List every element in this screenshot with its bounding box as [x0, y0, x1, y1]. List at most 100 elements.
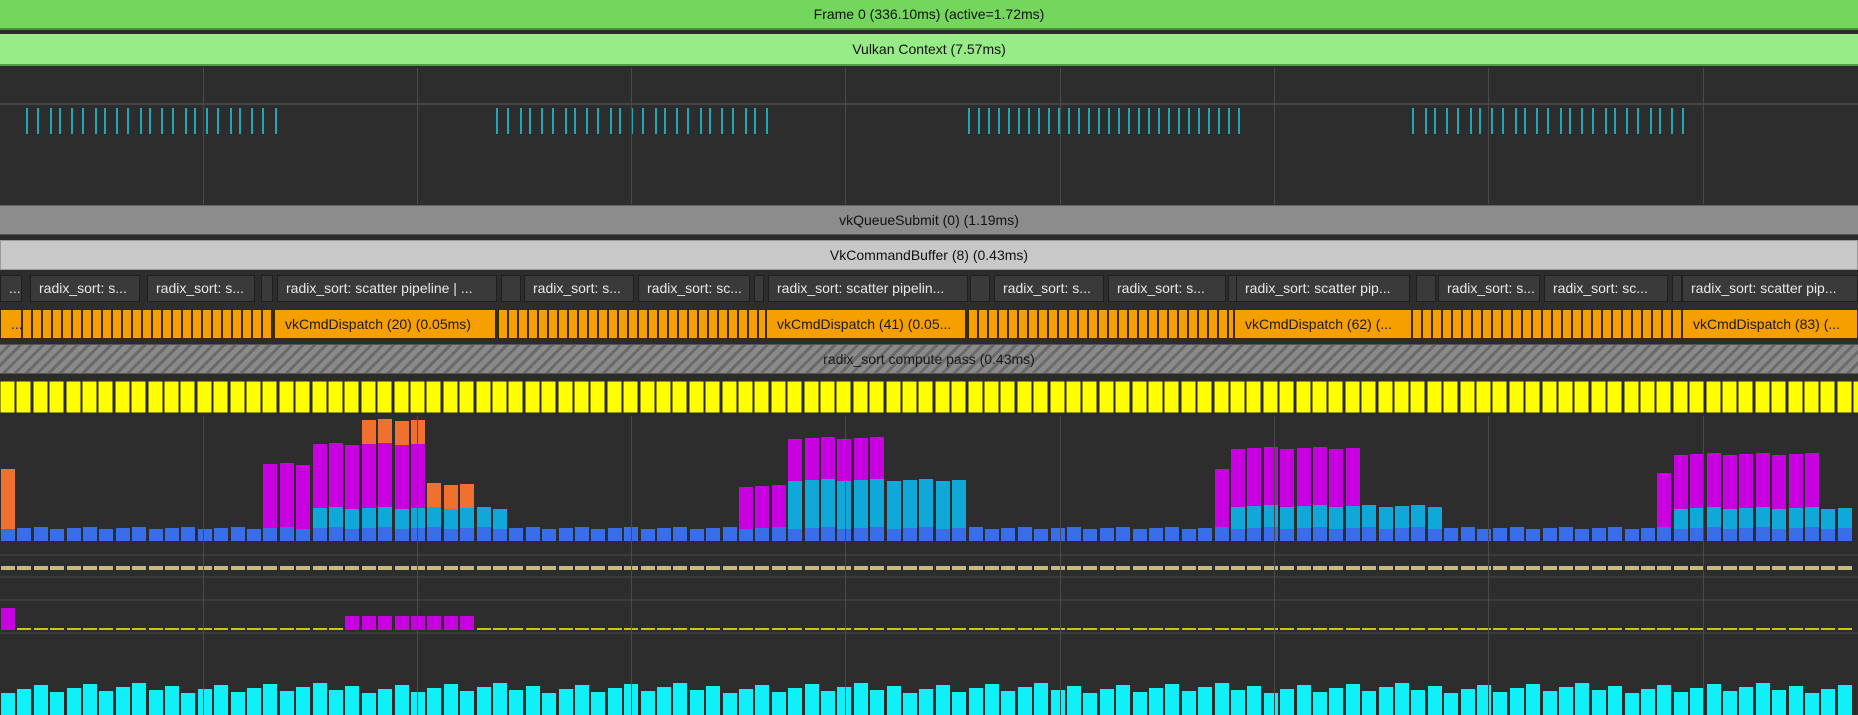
small-bar: [526, 628, 540, 630]
tan-bar: [296, 566, 310, 570]
dispatch-group[interactable]: [498, 309, 766, 339]
dispatch-zone[interactable]: vkCmdDispatch (83) (...: [1682, 309, 1858, 339]
tan-bar: [67, 566, 81, 570]
compute-pass-zone[interactable]: radix_sort compute pass (0.43ms): [0, 344, 1858, 374]
zone-radix-sort[interactable]: [261, 275, 273, 302]
dispatch-group[interactable]: [1412, 309, 1682, 339]
zone-radix-sort[interactable]: radix_sort: s...: [1108, 275, 1226, 302]
zone-radix-sort[interactable]: [1672, 275, 1682, 302]
aqua-bar: [1116, 685, 1130, 715]
zone-radix-sort[interactable]: radix_sort: sc...: [638, 275, 750, 302]
zone-radix-sort[interactable]: radix_sort: s...: [30, 275, 140, 302]
zone-radix-sort[interactable]: radix_sort: sc...: [1544, 275, 1668, 302]
zone-radix-sort[interactable]: [501, 275, 521, 302]
submission-tick: [676, 108, 678, 134]
zone-radix-sort[interactable]: radix_sort: scatter pipeline | ...: [277, 275, 497, 302]
tan-bar: [1018, 566, 1032, 570]
submission-tick: [1592, 108, 1594, 134]
gpu-activity-bar: [1426, 380, 1443, 414]
gpu-activity-bar: [868, 380, 885, 414]
tan-bar: [231, 566, 245, 570]
gpu-activity-bar: [688, 380, 705, 414]
stack-cyan: [395, 509, 409, 529]
submission-tick: [978, 108, 980, 134]
gpu-activity-bar: [1459, 380, 1476, 414]
stack-cyan: [411, 508, 425, 528]
gpu-activity-bar: [1655, 380, 1672, 414]
submission-tick: [732, 108, 734, 134]
zone-radix-sort[interactable]: radix_sort: scatter pipelin...: [768, 275, 968, 302]
stack-orange: [362, 420, 376, 444]
vulkan-context-zone[interactable]: Vulkan Context (7.57ms): [0, 34, 1858, 66]
small-bar: [1083, 628, 1097, 630]
gpu-activity-bar: [1377, 380, 1394, 414]
dispatch-zone[interactable]: ...: [0, 309, 22, 339]
gpu-activity-bar: [1032, 380, 1049, 414]
stack-magenta: [1789, 454, 1803, 508]
gpu-activity-bar: [1623, 380, 1640, 414]
submission-tick: [968, 108, 970, 134]
zone-radix-sort[interactable]: radix_sort: scatter pip...: [1682, 275, 1858, 302]
gpu-activity-bar: [1737, 380, 1754, 414]
gpu-activity-bar: [491, 380, 508, 414]
zone-radix-sort[interactable]: [970, 275, 990, 302]
stack-blue: [1362, 527, 1376, 541]
stack-blue: [477, 527, 491, 541]
small-bar: [1707, 628, 1721, 630]
zone-radix-sort[interactable]: [754, 275, 764, 302]
tan-bar: [706, 566, 720, 570]
dispatch-group[interactable]: [22, 309, 274, 339]
gpu-activity-bar: [1852, 380, 1858, 414]
small-bar: [1805, 628, 1819, 630]
aqua-bar: [395, 685, 409, 715]
stack-blue: [427, 527, 441, 541]
stack-magenta: [1215, 469, 1229, 527]
small-bar: [149, 628, 163, 630]
dispatch-zone[interactable]: vkCmdDispatch (41) (0.05...: [766, 309, 966, 339]
submission-tick: [1457, 108, 1459, 134]
stack-magenta: [1264, 447, 1278, 505]
frame-zone[interactable]: Frame 0 (336.10ms) (active=1.72ms): [0, 0, 1858, 30]
submission-tick: [507, 108, 509, 134]
submission-tick: [541, 108, 543, 134]
small-bar: [214, 628, 228, 630]
gpu-activity-bar: [1114, 380, 1131, 414]
tan-bar: [755, 566, 769, 570]
aqua-bar: [821, 691, 835, 715]
submission-tick: [1637, 108, 1639, 134]
gpu-activity-bar: [606, 380, 623, 414]
aqua-bar: [657, 687, 671, 715]
dispatch-group[interactable]: [968, 309, 1234, 339]
small-bar: [296, 628, 310, 630]
command-buffer-zone[interactable]: VkCommandBuffer (8) (0.43ms): [0, 240, 1858, 270]
tan-bar: [1444, 566, 1458, 570]
submission-tick: [71, 108, 73, 134]
dispatch-zone[interactable]: vkCmdDispatch (62) (...: [1234, 309, 1412, 339]
aqua-bar: [1018, 687, 1032, 715]
zone-radix-sort[interactable]: [1416, 275, 1436, 302]
dispatch-zone[interactable]: vkCmdDispatch (20) (0.05ms): [274, 309, 496, 339]
stack-cyan: [1739, 508, 1753, 528]
submission-tick: [1569, 108, 1571, 134]
zone-radix-sort[interactable]: radix_sort: scatter pip...: [1236, 275, 1410, 302]
small-bar: [1821, 628, 1835, 630]
small-bar: [969, 628, 983, 630]
small-bar: [165, 628, 179, 630]
time-gridline: [631, 68, 632, 204]
zone-radix-sort[interactable]: ...: [0, 275, 22, 302]
small-bar: [1297, 628, 1311, 630]
tan-bar: [542, 566, 556, 570]
zone-radix-sort[interactable]: radix_sort: s...: [147, 275, 255, 302]
queue-submit-zone[interactable]: vkQueueSubmit (0) (1.19ms): [0, 205, 1858, 235]
zone-radix-sort[interactable]: radix_sort: s...: [524, 275, 634, 302]
zone-radix-sort[interactable]: radix_sort: s...: [1438, 275, 1540, 302]
aqua-bar: [263, 684, 277, 715]
stack-blue: [1444, 528, 1458, 541]
submission-tick: [1178, 108, 1180, 134]
stack-magenta: [755, 486, 769, 528]
zone-radix-sort[interactable]: radix_sort: s...: [994, 275, 1104, 302]
stack-blue: [657, 528, 671, 541]
tan-bar: [1165, 566, 1179, 570]
stack-cyan: [1805, 507, 1819, 527]
tan-bar: [198, 566, 212, 570]
